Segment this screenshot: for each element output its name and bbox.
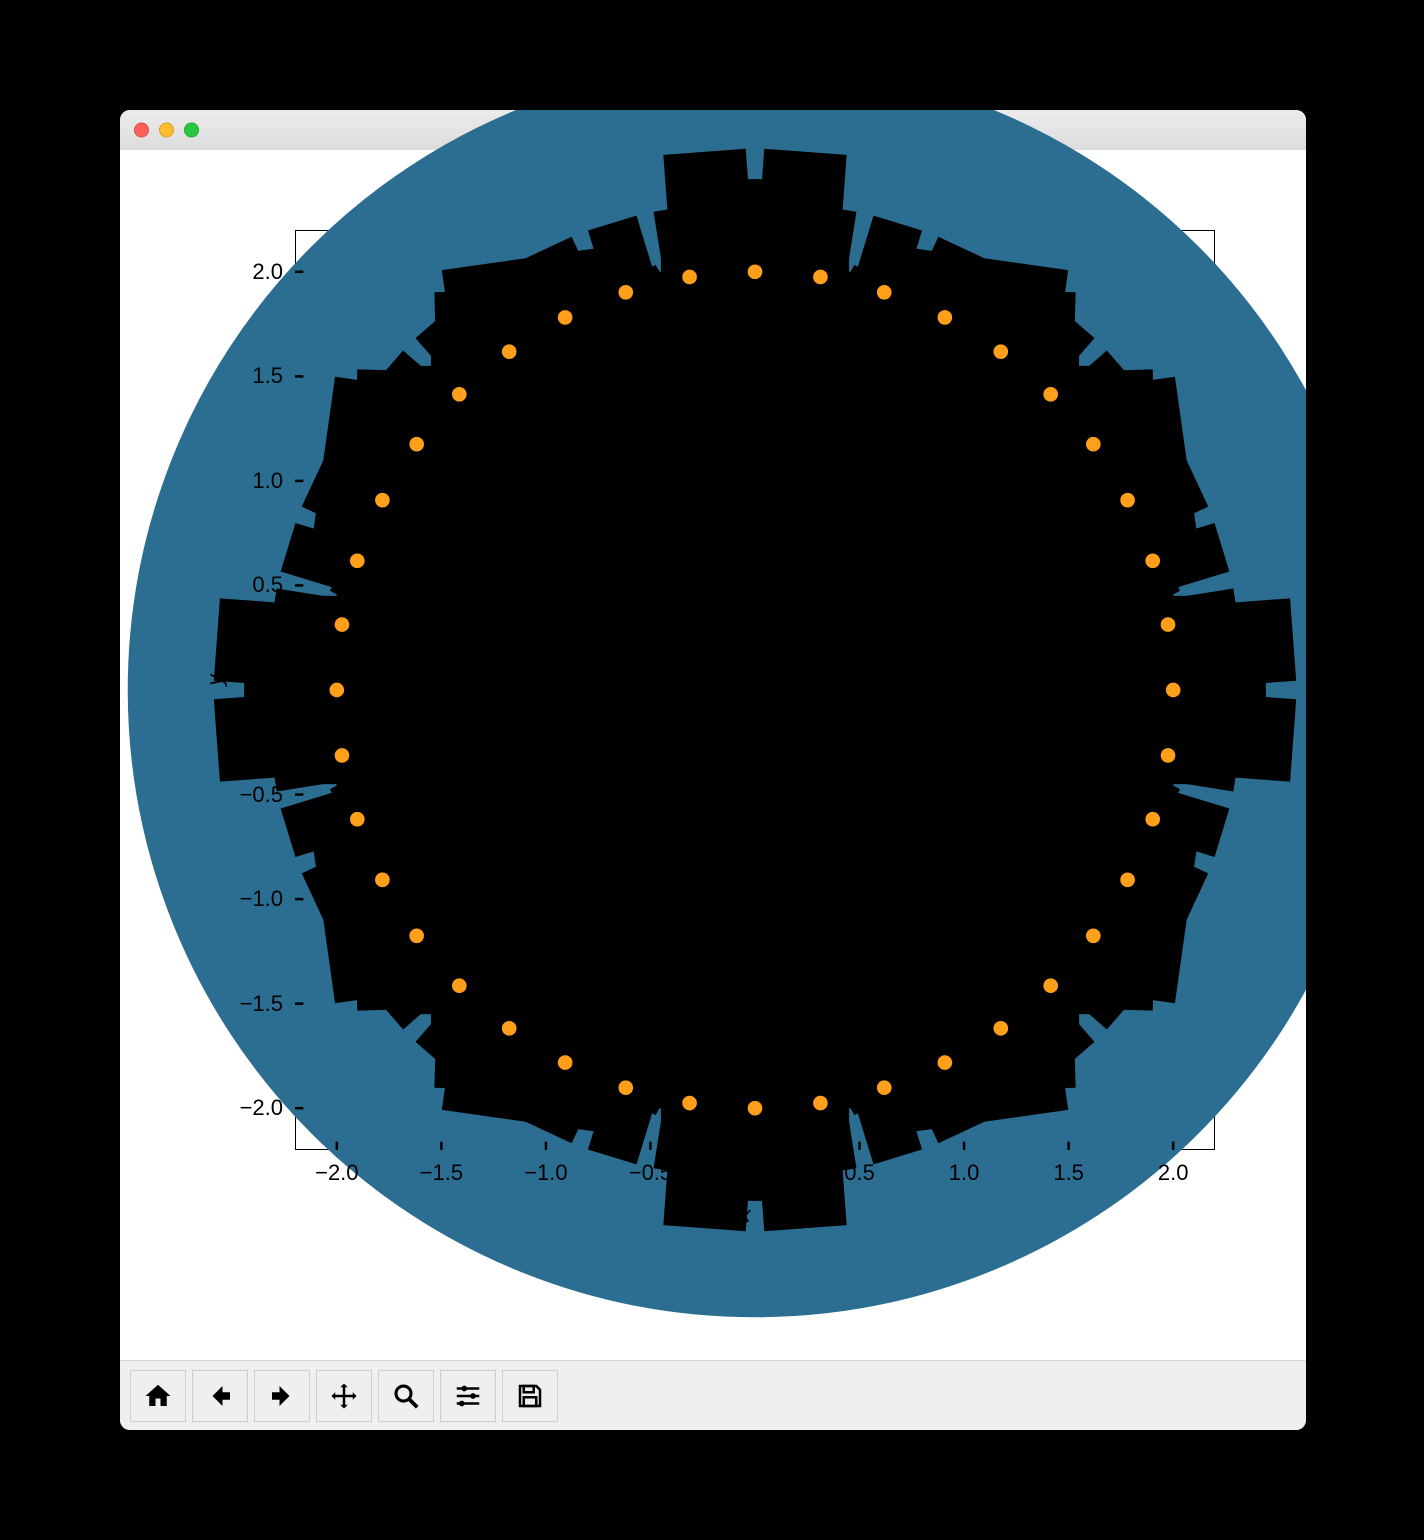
save-icon [515, 1381, 545, 1411]
boundary-node [1161, 617, 1176, 632]
boundary-node [618, 285, 633, 300]
boundary-node [1043, 978, 1058, 993]
configure-button[interactable] [440, 1370, 496, 1422]
boundary-node [1086, 437, 1101, 452]
boundary-node [409, 928, 424, 943]
forward-button[interactable] [254, 1370, 310, 1422]
desktop: Figure 1 −2.0−1.5−1.0−0.50.00.51.01.52.0… [0, 0, 1424, 1540]
boundary-node [1161, 748, 1176, 763]
save-button[interactable] [502, 1370, 558, 1422]
figure-canvas[interactable]: −2.0 −1.5 −1.0 −0.5 0.0 0.5 1.0 1.5 2.0 −2.0 −1.5… [120, 150, 1306, 1360]
boundary-node [375, 493, 390, 508]
y-tick-label: −1.5 [213, 991, 283, 1017]
zoom-window-button[interactable] [184, 123, 199, 138]
zoom-button[interactable] [378, 1370, 434, 1422]
arrow-right-icon [267, 1381, 297, 1411]
boundary-node [409, 437, 424, 452]
y-tick-label: −0.5 [213, 782, 283, 808]
x-tick-label: −1.0 [524, 1160, 567, 1186]
boundary-node [938, 1055, 953, 1070]
minimize-button[interactable] [159, 123, 174, 138]
boundary-node [993, 1021, 1008, 1036]
home-button[interactable] [130, 1370, 186, 1422]
y-tick-label: −2.0 [213, 1095, 283, 1121]
boundary-node [877, 285, 892, 300]
boundary-node [993, 344, 1008, 359]
x-axis-label: x [740, 1202, 751, 1228]
boundary-node [813, 270, 828, 285]
boundary-node [748, 1101, 763, 1116]
arrow-left-icon [205, 1381, 235, 1411]
window-controls [134, 123, 199, 138]
home-icon [143, 1381, 173, 1411]
boundary-node [938, 310, 953, 325]
boundary-node [1145, 553, 1160, 568]
boundary-node [350, 812, 365, 827]
boundary-node [682, 270, 697, 285]
zoom-icon [391, 1381, 421, 1411]
sliders-icon [453, 1381, 483, 1411]
boundary-node [558, 1055, 573, 1070]
boundary-node [350, 553, 365, 568]
y-tick-label: −1.0 [213, 886, 283, 912]
boundary-node [1086, 928, 1101, 943]
boundary-node [330, 683, 345, 698]
x-tick-label: −2.0 [315, 1160, 358, 1186]
boundary-node [618, 1080, 633, 1095]
y-tick-label: 2.0 [213, 259, 283, 285]
figure-window: Figure 1 −2.0−1.5−1.0−0.50.00.51.01.52.0… [120, 110, 1306, 1430]
x-tick-label: −1.5 [420, 1160, 463, 1186]
boundary-node [682, 1096, 697, 1111]
back-button[interactable] [192, 1370, 248, 1422]
x-tick-label: −0.5 [629, 1160, 672, 1186]
x-tick-label: 0.0 [740, 1160, 771, 1186]
boundary-node [1166, 683, 1181, 698]
x-tick-label: 0.5 [844, 1160, 875, 1186]
boundary-node [335, 748, 350, 763]
boundary-node [1145, 812, 1160, 827]
x-tick-label: 2.0 [1158, 1160, 1189, 1186]
move-icon [329, 1381, 359, 1411]
x-tick-label: 1.5 [1053, 1160, 1084, 1186]
y-tick-label: 1.5 [213, 363, 283, 389]
boundary-node [502, 1021, 517, 1036]
matplotlib-toolbar [120, 1360, 1306, 1430]
y-tick-label: 0.5 [213, 572, 283, 598]
pan-button[interactable] [316, 1370, 372, 1422]
boundary-node [452, 978, 467, 993]
boundary-node [1120, 873, 1135, 888]
boundary-node [877, 1080, 892, 1095]
boundary-node [558, 310, 573, 325]
x-tick-label: 1.0 [949, 1160, 980, 1186]
boundary-node [375, 873, 390, 888]
boundary-node [1120, 493, 1135, 508]
boundary-node [748, 265, 763, 280]
boundary-node [813, 1096, 828, 1111]
y-axis-label: y [203, 675, 229, 686]
y-tick-label: 1.0 [213, 468, 283, 494]
close-button[interactable] [134, 123, 149, 138]
boundary-node [335, 617, 350, 632]
boundary-node [452, 387, 467, 402]
boundary-node [502, 344, 517, 359]
plot-svg [295, 230, 1215, 1150]
boundary-node [1043, 387, 1058, 402]
